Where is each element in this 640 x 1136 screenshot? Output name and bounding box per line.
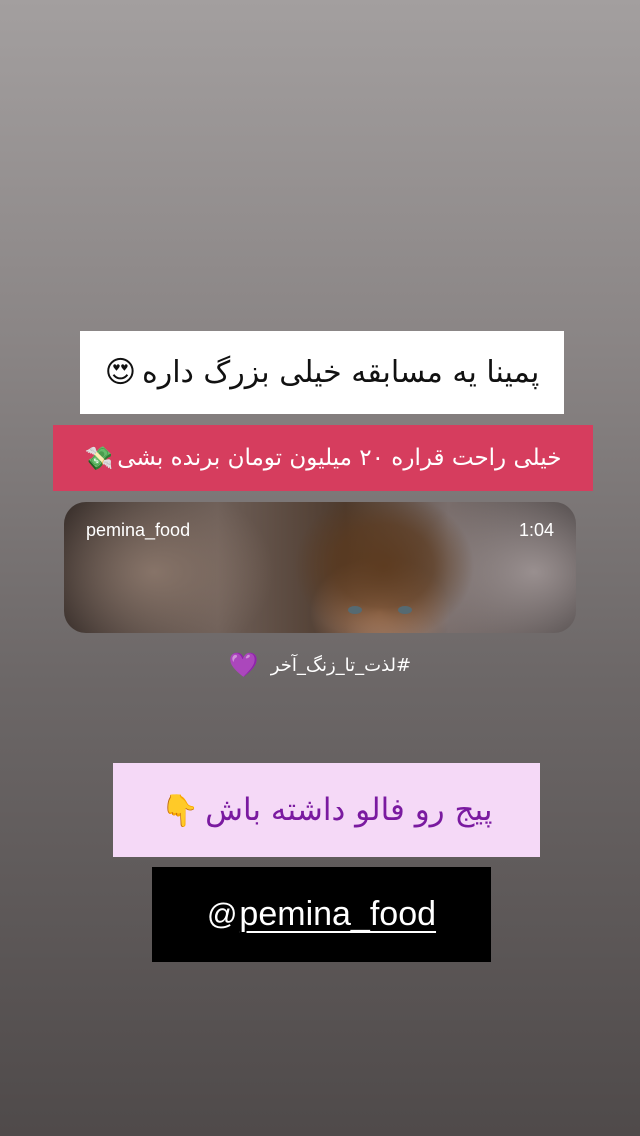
video-post-card[interactable]: pemina_food 1:04 <box>64 502 576 633</box>
threads-icon: @ <box>206 897 238 931</box>
hashtag-text: #لذت_تا_زنگ_آخر <box>270 654 412 676</box>
follow-prompt-text: پیج رو فالو داشته باش <box>205 792 493 828</box>
video-duration: 1:04 <box>518 520 554 540</box>
video-username: pemina_food <box>86 520 191 540</box>
heart-eyes-emoji: 😍 <box>104 355 136 390</box>
video-thumbnail-detail <box>398 606 412 614</box>
hashtag-sticker[interactable]: 💜 #لذت_تا_زنگ_آخر <box>220 648 420 682</box>
video-thumbnail-detail <box>348 606 362 614</box>
pointing-down-emoji: 👇 <box>160 792 200 829</box>
mention-sticker[interactable]: @ pemina_food <box>152 867 491 962</box>
subline-text: خیلی راحت قراره ۲۰ میلیون تومان برنده بش… <box>117 445 562 471</box>
follow-prompt-sticker: پیج رو فالو داشته باش 👇 <box>113 763 540 857</box>
headline-text: پمینا یه مسابقه خیلی بزرگ داره <box>141 355 540 390</box>
purple-heart-icon: 💜 <box>228 651 259 679</box>
money-emoji: 💸 <box>84 445 114 472</box>
subline-sticker: خیلی راحت قراره ۲۰ میلیون تومان برنده بش… <box>53 425 593 491</box>
mention-handle: pemina_food <box>239 895 437 933</box>
headline-sticker: پمینا یه مسابقه خیلی بزرگ داره 😍 <box>80 331 564 414</box>
